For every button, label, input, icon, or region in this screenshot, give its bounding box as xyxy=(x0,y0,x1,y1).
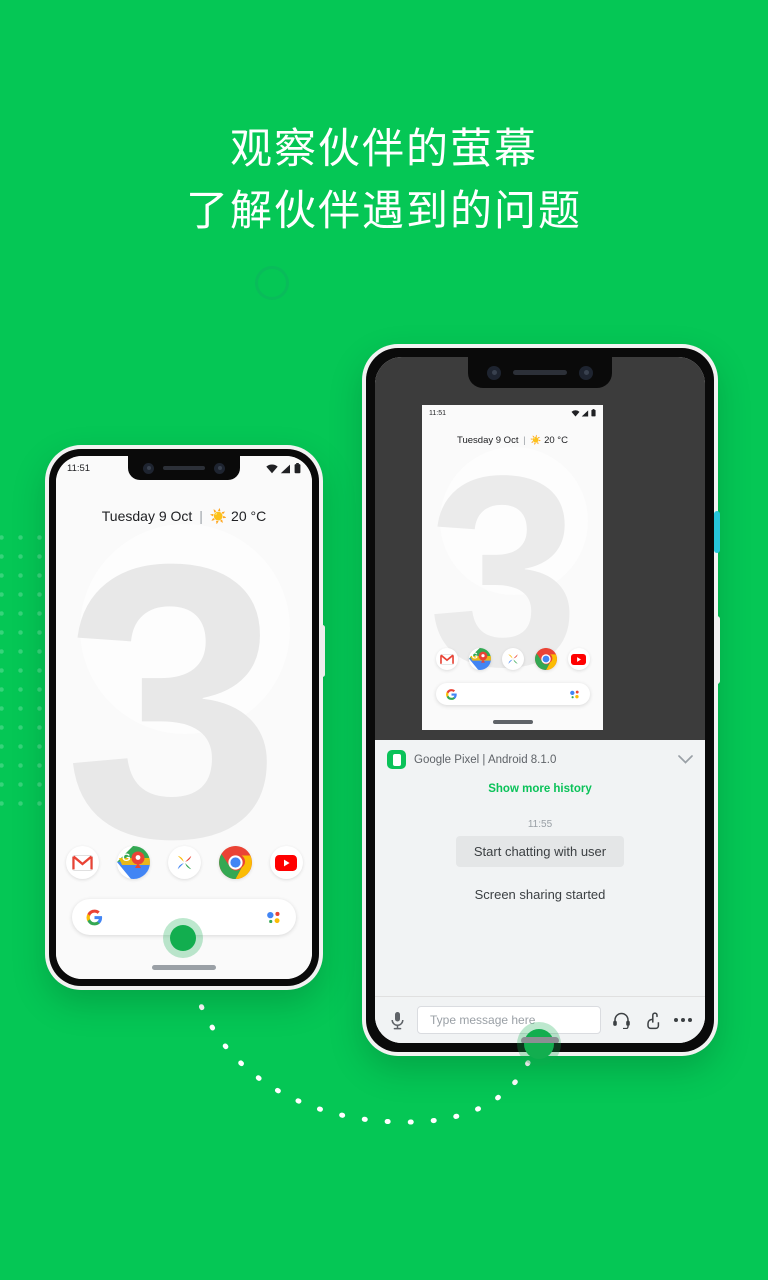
shared-screen-dock: G xyxy=(422,648,603,670)
message-input[interactable]: Type message here xyxy=(417,1006,601,1034)
shared-screen-view[interactable]: 3 11:51 Tuesday 9 Oct | ☀️ 20 °C G xyxy=(422,405,603,730)
dock-app-photos[interactable] xyxy=(167,846,201,879)
dock-app-youtube[interactable] xyxy=(269,846,303,879)
front-camera-right-icon xyxy=(214,462,225,474)
shared-date-label: Tuesday 9 Oct xyxy=(457,435,519,446)
helper-phone-notch xyxy=(468,357,612,388)
dock-app-gmail[interactable] xyxy=(435,648,458,670)
sun-icon: ☀️ xyxy=(209,508,228,524)
earpiece-speaker xyxy=(513,370,567,375)
page-title: 观察伙伴的萤幕 了解伙伴遇到的问题 xyxy=(0,118,768,242)
status-icons xyxy=(266,463,301,474)
shared-screen-date-weather: Tuesday 9 Oct | ☀️ 20 °C xyxy=(422,435,603,446)
user-phone-dock: G xyxy=(56,846,312,879)
shared-temperature-label: 20 °C xyxy=(544,435,568,446)
system-message: Screen sharing started xyxy=(474,887,606,902)
dock-app-chrome[interactable] xyxy=(218,846,252,879)
chat-message-bubble[interactable]: Start chatting with user xyxy=(455,836,625,867)
dock-app-gmail[interactable] xyxy=(65,846,99,879)
shared-screen-search-bar[interactable] xyxy=(435,683,590,705)
show-more-history-link[interactable]: Show more history xyxy=(375,777,705,797)
gmail-icon xyxy=(71,854,93,871)
chrome-icon xyxy=(534,648,557,670)
user-phone: 3 11:51 Tuesday 9 Oct | ☀️ 20 °C G xyxy=(45,445,325,990)
helper-phone-volume-button[interactable] xyxy=(714,616,720,684)
user-phone-notch xyxy=(128,456,240,480)
youtube-icon xyxy=(275,854,297,871)
user-phone-connection-marker xyxy=(170,925,196,951)
wifi-icon xyxy=(571,409,579,416)
wallpaper-numeral: 3 xyxy=(64,483,281,919)
helper-phone-home-indicator[interactable] xyxy=(521,1037,559,1043)
battery-icon xyxy=(294,463,301,474)
maps-icon: G xyxy=(468,648,491,670)
temperature-label: 20 °C xyxy=(231,508,267,524)
shared-status-time: 11:51 xyxy=(429,409,446,417)
date-separator: | xyxy=(199,508,203,524)
dock-app-maps[interactable]: G xyxy=(116,846,150,879)
photos-icon xyxy=(177,855,191,870)
dock-app-youtube[interactable] xyxy=(567,648,590,670)
svg-text:G: G xyxy=(122,852,131,864)
earpiece-speaker xyxy=(163,466,205,470)
battery-icon xyxy=(591,409,596,417)
decorative-ring xyxy=(255,266,289,300)
microphone-icon[interactable] xyxy=(386,1009,408,1031)
headline-line-2: 了解伙伴遇到的问题 xyxy=(185,187,582,234)
more-options-icon[interactable] xyxy=(672,1009,694,1031)
google-g-icon xyxy=(86,909,103,925)
signal-icon xyxy=(581,409,589,417)
date-label: Tuesday 9 Oct xyxy=(101,508,193,524)
shared-screen-wallpaper: 3 xyxy=(422,405,603,730)
chat-panel-header[interactable]: Google Pixel | Android 8.1.0 xyxy=(375,740,705,777)
assistant-icon xyxy=(267,911,280,923)
front-camera-right-icon xyxy=(579,365,593,380)
helper-phone-connection-marker xyxy=(524,1029,554,1059)
headset-icon[interactable] xyxy=(610,1009,632,1031)
device-name-label: Google Pixel | Android 8.1.0 xyxy=(414,753,557,766)
chrome-icon xyxy=(218,846,252,879)
pointer-gesture-icon[interactable] xyxy=(641,1009,663,1031)
youtube-icon xyxy=(571,653,586,665)
helper-phone-power-button[interactable] xyxy=(714,511,720,553)
svg-text:G: G xyxy=(471,652,477,661)
shared-status-icons xyxy=(571,409,597,417)
photos-icon xyxy=(507,654,518,664)
chat-panel: Google Pixel | Android 8.1.0 Show more h… xyxy=(375,740,705,1043)
gmail-icon xyxy=(439,653,454,665)
front-camera-left-icon xyxy=(487,365,501,380)
message-timestamp: 11:55 xyxy=(527,819,553,830)
user-phone-side-button[interactable] xyxy=(320,625,325,677)
google-g-icon xyxy=(445,688,457,700)
maps-icon: G xyxy=(116,846,150,879)
user-phone-screen: 3 11:51 Tuesday 9 Oct | ☀️ 20 °C G xyxy=(56,456,312,979)
phone-icon xyxy=(387,750,406,769)
dock-app-photos[interactable] xyxy=(501,648,524,670)
headline-line-1: 观察伙伴的萤幕 xyxy=(229,125,538,172)
shared-date-separator: | xyxy=(523,435,526,446)
chat-bubble-row: Start chatting with user xyxy=(375,830,705,867)
dock-app-maps[interactable]: G xyxy=(468,648,491,670)
front-camera-left-icon xyxy=(143,462,154,474)
wifi-icon xyxy=(266,463,278,473)
user-phone-home-indicator[interactable] xyxy=(152,965,216,970)
chevron-down-icon[interactable] xyxy=(678,752,693,767)
helper-phone: 3 11:51 Tuesday 9 Oct | ☀️ 20 °C G Googl… xyxy=(362,344,720,1059)
shared-screen-home-indicator[interactable] xyxy=(492,720,533,724)
shared-screen-status-bar: 11:51 xyxy=(422,405,603,417)
status-time: 11:51 xyxy=(67,463,91,474)
signal-icon xyxy=(280,464,290,473)
helper-phone-screen: 3 11:51 Tuesday 9 Oct | ☀️ 20 °C G Googl… xyxy=(375,357,705,1043)
dock-app-chrome[interactable] xyxy=(534,648,557,670)
user-phone-date-weather: Tuesday 9 Oct | ☀️ 20 °C xyxy=(56,508,312,525)
sun-icon: ☀️ xyxy=(530,435,542,445)
assistant-icon xyxy=(569,690,579,698)
